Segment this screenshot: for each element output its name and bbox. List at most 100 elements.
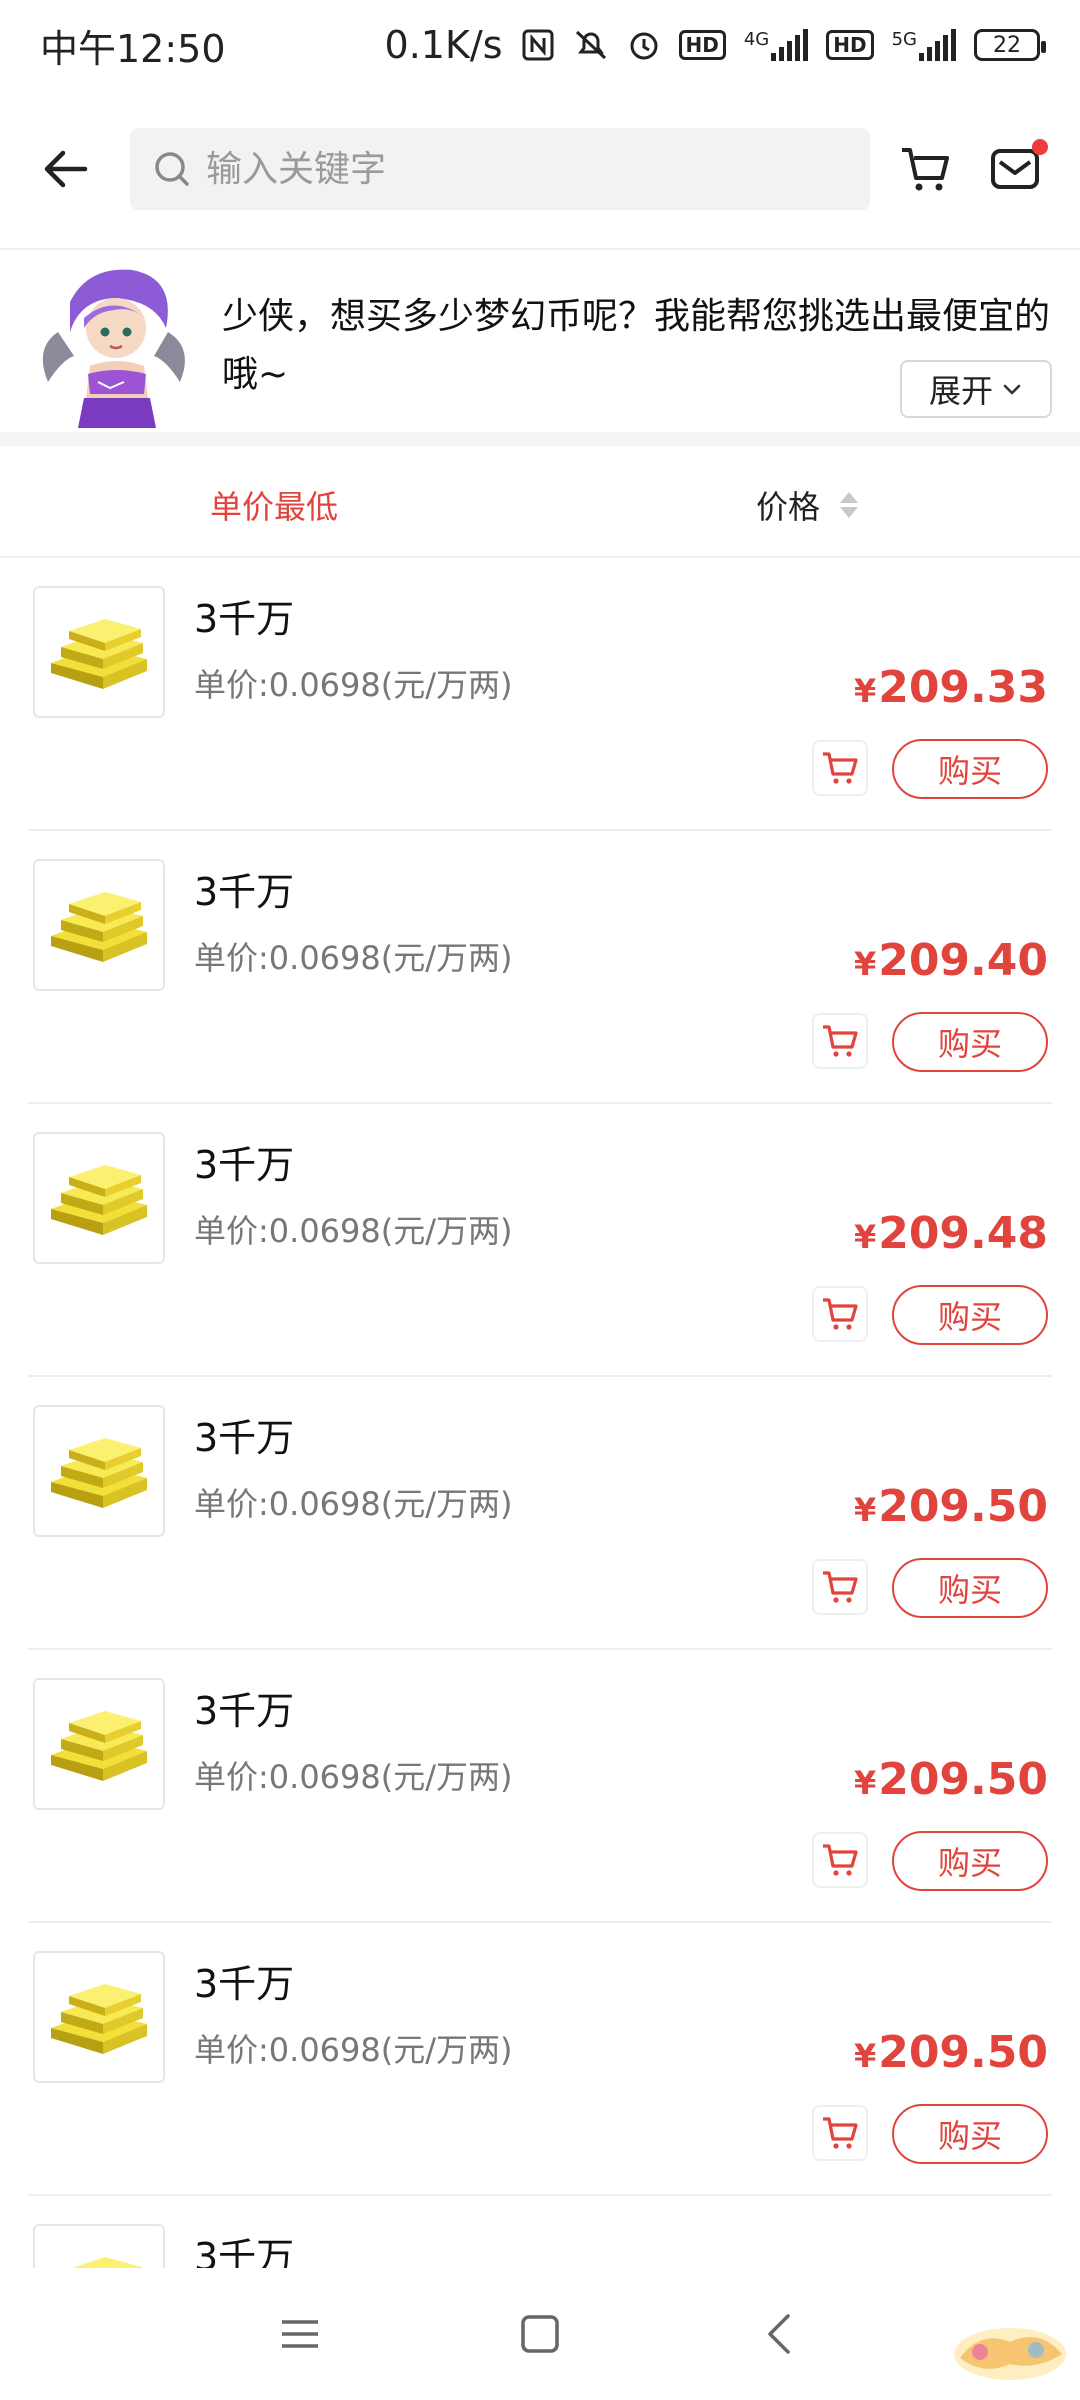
expand-label: 展开 <box>928 372 993 410</box>
listing-price: ¥209.50 <box>854 1754 1048 1805</box>
status-time: 中午12:50 <box>40 26 226 71</box>
network-type-label: 5G <box>891 29 917 50</box>
add-to-cart-button[interactable] <box>812 1832 868 1888</box>
listing-unit-price: 单价:0.0698(元/万两) <box>194 666 513 704</box>
gold-bar-icon <box>51 1438 147 1508</box>
cart-icon <box>823 1571 858 1603</box>
add-to-cart-button[interactable] <box>812 1013 868 1069</box>
expand-button[interactable]: 展开 <box>900 360 1052 418</box>
system-nav-bar <box>0 2268 1080 2400</box>
gold-bar-icon <box>51 619 147 689</box>
home-button[interactable] <box>480 2284 600 2384</box>
listing-title: 3千万 <box>194 1416 295 1460</box>
gold-bar-thumbnail <box>33 1951 165 2083</box>
buy-button[interactable]: 购买 <box>892 1285 1048 1345</box>
back-button[interactable] <box>0 109 130 229</box>
back-arrow-icon <box>44 150 88 188</box>
listing-price: ¥209.48 <box>854 1208 1048 1259</box>
currency-symbol: ¥ <box>853 1218 877 1256</box>
add-to-cart-button[interactable] <box>812 740 868 796</box>
listing-unit-price: 单价:0.0698(元/万两) <box>194 939 513 977</box>
messages-button[interactable] <box>970 109 1060 229</box>
cart-icon <box>823 2117 858 2149</box>
sort-arrows-icon <box>840 492 859 518</box>
battery-icon: 22 <box>974 29 1046 61</box>
sort-lowest-unit-price-tab[interactable]: 单价最低 <box>210 482 338 528</box>
gold-bar-thumbnail <box>33 1678 165 1810</box>
status-bar: 中午12:50 0.1K/s HD 4G HD 5G 22 <box>0 0 1080 90</box>
cart-button[interactable] <box>880 109 970 229</box>
listing-price: ¥209.50 <box>854 1481 1048 1532</box>
buy-button[interactable]: 购买 <box>892 739 1048 799</box>
back-nav-button[interactable] <box>720 2284 840 2384</box>
sort-price-tab[interactable]: 价格 <box>756 482 859 528</box>
search-icon <box>155 152 189 186</box>
buy-button[interactable]: 购买 <box>892 2104 1048 2164</box>
gold-bar-icon <box>51 892 147 962</box>
listing-item[interactable]: 3千万 单价:0.0698(元/万两) ¥209.33 购买 <box>28 558 1052 831</box>
price-value: 209.48 <box>878 1208 1048 1259</box>
sort-price-label: 价格 <box>756 488 821 526</box>
listing-price: ¥209.33 <box>854 662 1048 713</box>
menu-button[interactable] <box>240 2284 360 2384</box>
gold-bar-thumbnail <box>33 586 165 718</box>
buy-button[interactable]: 购买 <box>892 1012 1048 1072</box>
battery-level: 22 <box>993 32 1021 58</box>
gold-bar-thumbnail <box>33 2224 165 2268</box>
chevron-down-icon <box>1003 384 1021 395</box>
listing-price: ¥209.40 <box>854 935 1048 986</box>
assistant-avatar <box>42 269 185 428</box>
listing-title: 3千万 <box>194 1962 295 2006</box>
top-bar <box>0 90 1080 250</box>
home-square-icon <box>521 2315 559 2353</box>
sort-bar: 单价最低 价格 <box>0 446 1080 558</box>
signal-icon <box>919 29 956 61</box>
price-value: 209.50 <box>878 1481 1048 1532</box>
gold-bar-icon <box>72 2257 141 2268</box>
section-divider <box>0 432 1080 446</box>
search-box[interactable] <box>130 128 870 210</box>
notification-dot <box>1032 139 1048 155</box>
listing-item[interactable]: 3千万 单价:0.0698(元/万两) ¥209.50 购买 <box>28 1650 1052 1923</box>
gold-bar-icon <box>51 1165 147 1235</box>
buy-button[interactable]: 购买 <box>892 1558 1048 1618</box>
buy-button[interactable]: 购买 <box>892 1831 1048 1891</box>
listing-unit-price: 单价:0.0698(元/万两) <box>194 1758 513 1796</box>
listing-item[interactable]: 3千万 <box>28 2196 1052 2268</box>
currency-symbol: ¥ <box>853 2037 877 2075</box>
mute-icon <box>573 28 609 62</box>
listing-title: 3千万 <box>194 2235 295 2268</box>
nfc-icon <box>521 28 555 62</box>
listing-unit-price: 单价:0.0698(元/万两) <box>194 1485 513 1523</box>
price-value: 209.50 <box>878 2027 1048 2078</box>
add-to-cart-button[interactable] <box>812 1286 868 1342</box>
assistant-banner: 少侠，想买多少梦幻币呢？我能帮您挑选出最便宜的哦~ 展开 <box>0 250 1080 430</box>
add-to-cart-button[interactable] <box>812 1559 868 1615</box>
currency-symbol: ¥ <box>853 1491 877 1529</box>
price-value: 209.33 <box>878 662 1048 713</box>
network-speed: 0.1K/s <box>384 23 503 67</box>
search-input[interactable] <box>206 148 826 190</box>
listing-item[interactable]: 3千万 单价:0.0698(元/万两) ¥209.50 购买 <box>28 1923 1052 2196</box>
game-logo-watermark <box>954 2328 1066 2380</box>
listing-unit-price: 单价:0.0698(元/万两) <box>194 2031 513 2069</box>
cart-icon <box>823 752 858 784</box>
add-to-cart-button[interactable] <box>812 2105 868 2161</box>
cart-icon <box>902 148 949 191</box>
gold-bar-thumbnail <box>33 859 165 991</box>
listing-title: 3千万 <box>194 870 295 914</box>
gold-bar-icon <box>51 1711 147 1781</box>
cart-icon <box>823 1298 858 1330</box>
menu-icon <box>282 2320 318 2348</box>
listing-item[interactable]: 3千万 单价:0.0698(元/万两) ¥209.48 购买 <box>28 1104 1052 1377</box>
gold-bar-thumbnail <box>33 1405 165 1537</box>
listing-title: 3千万 <box>194 1689 295 1733</box>
listing-item[interactable]: 3千万 单价:0.0698(元/万两) ¥209.40 购买 <box>28 831 1052 1104</box>
gold-bar-icon <box>51 1984 147 2054</box>
listing-list[interactable]: 3千万 单价:0.0698(元/万两) ¥209.33 购买 3千万 单价:0.… <box>0 558 1080 2268</box>
price-value: 209.50 <box>878 1754 1048 1805</box>
alarm-icon <box>627 28 661 62</box>
back-chevron-icon <box>768 2314 790 2354</box>
cart-icon <box>823 1025 858 1057</box>
listing-item[interactable]: 3千万 单价:0.0698(元/万两) ¥209.50 购买 <box>28 1377 1052 1650</box>
